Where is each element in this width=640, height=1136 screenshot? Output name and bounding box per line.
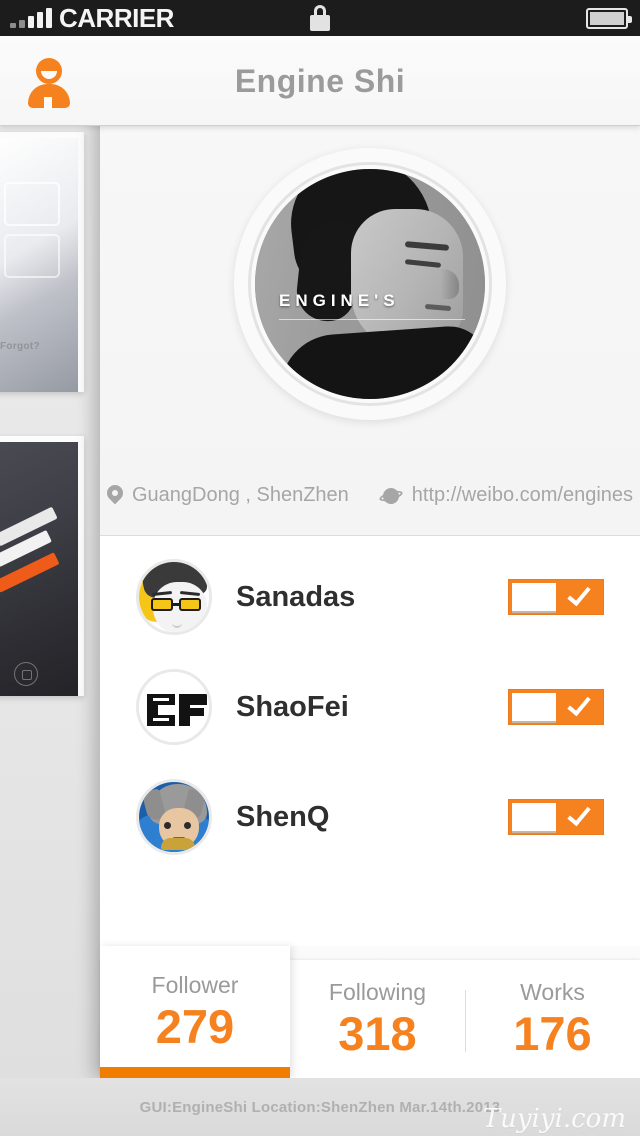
check-icon <box>567 801 591 827</box>
status-bar: CARRIER <box>0 0 640 36</box>
friend-row-shaofei[interactable]: ShaoFei <box>100 652 640 762</box>
background-card-two-thumbnail <box>0 442 78 696</box>
friend-row-shenq[interactable]: ShenQ <box>100 762 640 872</box>
tab-following[interactable]: Following 318 <box>290 960 465 1078</box>
tab-following-value: 318 <box>338 1007 417 1061</box>
stats-tab-bar: Follower 279 Following 318 Works 176 <box>100 946 640 1078</box>
friend-name-label: ShenQ <box>236 800 330 833</box>
friend-avatar-sanadas[interactable] <box>136 559 212 635</box>
tab-active-indicator <box>100 1067 290 1078</box>
profile-meta-row: GuangDong , ShenZhen http://weibo.com/en… <box>100 481 640 507</box>
friend-avatar-shaofei[interactable] <box>136 669 212 745</box>
background-card-one-thumbnail: Forgot? <box>0 138 78 392</box>
page-title: Engine Shi <box>234 62 406 99</box>
toggle-knob <box>512 583 556 611</box>
friend-follow-toggle-sanadas[interactable] <box>508 579 604 615</box>
tab-works[interactable]: Works 176 <box>465 960 640 1078</box>
profile-avatar-ring: ENGINE'S <box>248 162 492 406</box>
footer-bar: GUI:EngineShi Location:ShenZhen Mar.14th… <box>0 1078 640 1136</box>
profile-hero: ENGINE'S GuangDong , ShenZhen http://wei… <box>100 126 640 536</box>
watermark: Tuyiyi.com <box>482 1104 626 1134</box>
person-icon[interactable] <box>22 54 78 110</box>
signal-bars-icon <box>10 8 52 28</box>
background-card-one-caption: Forgot? <box>0 341 40 352</box>
tab-follower-value: 279 <box>155 1000 235 1054</box>
check-icon <box>567 691 591 717</box>
carrier-label: CARRIER <box>59 3 174 33</box>
device-home-button-icon <box>14 662 38 686</box>
globe-icon <box>378 487 404 505</box>
profile-panel: ENGINE'S GuangDong , ShenZhen http://wei… <box>100 36 640 1078</box>
profile-location-label: GuangDong , ShenZhen <box>131 484 349 506</box>
battery-icon <box>586 8 632 29</box>
map-pin-icon <box>103 481 127 507</box>
profile-website-label: http://weibo.com/engines <box>411 484 634 506</box>
friend-row-sanadas[interactable]: Sanadas <box>100 542 640 652</box>
check-icon <box>567 581 591 607</box>
friend-avatar-shenq[interactable] <box>136 779 212 855</box>
profile-avatar[interactable]: ENGINE'S <box>234 148 506 420</box>
friend-follow-toggle-shenq[interactable] <box>508 799 604 835</box>
tab-works-value: 176 <box>513 1007 592 1061</box>
tab-follower-label: Follower <box>151 972 239 999</box>
avatar-overlay-rule <box>279 319 465 320</box>
footer-credits: GUI:EngineShi Location:ShenZhen Mar.14th… <box>139 1098 501 1116</box>
toggle-knob <box>512 693 556 721</box>
friend-list: Sanadas ShaoFei ShenQ <box>100 536 640 872</box>
profile-website[interactable]: http://weibo.com/engines <box>378 484 634 507</box>
tab-following-label: Following <box>328 979 427 1006</box>
friend-follow-toggle-shaofei[interactable] <box>508 689 604 725</box>
background-card-one[interactable]: Forgot? <box>0 132 84 392</box>
background-card-two[interactable] <box>0 436 84 696</box>
avatar-overlay-text: ENGINE'S <box>279 291 400 310</box>
lock-icon <box>310 5 330 31</box>
profile-avatar-photo: ENGINE'S <box>255 169 485 399</box>
tab-divider <box>465 990 466 1052</box>
tab-works-label: Works <box>520 979 585 1006</box>
tab-follower[interactable]: Follower 279 <box>100 946 290 1078</box>
friend-name-label: Sanadas <box>236 580 356 613</box>
friend-name-label: ShaoFei <box>236 690 349 723</box>
navigation-bar: Engine Shi <box>0 36 640 126</box>
profile-location[interactable]: GuangDong , ShenZhen <box>103 481 349 507</box>
toggle-knob <box>512 803 556 831</box>
